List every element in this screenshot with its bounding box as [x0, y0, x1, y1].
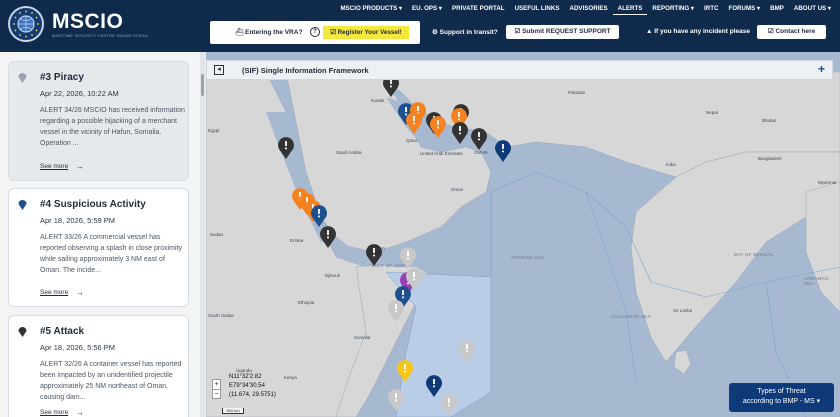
coord-lon: E79°34'30.54 [229, 383, 265, 389]
register-vessel-button[interactable]: ☑ Register Your Vessel! [323, 26, 409, 39]
brand-subtitle: MARITIME SECURITY CENTRE INDIAN OCEAN [52, 33, 148, 38]
support-label: ⚙ Support in transit? [432, 29, 498, 36]
incident-marker[interactable] [400, 247, 416, 269]
see-more-link[interactable]: See more [40, 163, 68, 170]
zoom-out-button[interactable]: − [213, 389, 220, 398]
nav-item[interactable]: FORUMS ▾ [723, 3, 765, 15]
see-more-link[interactable]: See more [40, 409, 68, 416]
alert-marker-icon [18, 200, 27, 210]
alert-date: Apr 18, 2026, 5:59 PM [40, 216, 116, 225]
alert-date: Apr 18, 2026, 5:56 PM [40, 343, 116, 352]
incident-marker[interactable] [388, 389, 404, 411]
top-navigation: MSCIO PRODUCTS ▾ EU. OPS ▾ PRIVATE PORTAL U… [336, 3, 837, 15]
alert-title: #3 Piracy [40, 72, 84, 83]
incident-markers-layer [278, 75, 511, 416]
sidebar-scrollbar[interactable] [200, 52, 205, 417]
incident-label: ▲ If you have any incident please [646, 28, 750, 35]
nav-item[interactable]: ABOUT US ▾ [789, 3, 836, 15]
incident-marker[interactable] [278, 137, 294, 159]
arrow-right-icon[interactable]: → [76, 288, 84, 297]
coordinate-readout: N11°32'2.82 E79°34'30.54 (11.674, 29.575… [229, 373, 276, 400]
globe-icon [13, 10, 39, 38]
incident-marker[interactable] [366, 244, 382, 266]
marker-layer [278, 75, 511, 416]
coord-lat: N11°32'2.82 [229, 374, 262, 380]
nav-item[interactable]: PRIVATE PORTAL [447, 3, 510, 15]
incident-marker[interactable] [495, 140, 511, 162]
sif-panel-title: (SIF) Single Information Framework [242, 66, 369, 75]
sidebar-scroll-thumb[interactable] [201, 74, 204, 96]
legend-line-1: Types of Threat [757, 388, 806, 395]
incident-marker[interactable] [406, 112, 422, 134]
alert-title: #5 Attack [40, 326, 85, 337]
expand-panel-button[interactable]: + [818, 62, 825, 76]
alert-card[interactable]: #3 Piracy Apr 22, 2026, 10:22 AM ALERT 3… [8, 61, 189, 181]
ship-icon: ⛴ [235, 29, 244, 36]
threat-map[interactable]: Kuwait Pakistan Egypt Nepal Bhutan Saudi… [206, 52, 840, 417]
nav-item[interactable]: REPORTING ▾ [647, 3, 699, 15]
brand-name[interactable]: MSCIO [52, 10, 123, 34]
nav-item[interactable]: MSCIO PRODUCTS ▾ [336, 3, 408, 15]
incident-marker[interactable] [320, 226, 336, 248]
sif-panel-bar: ◂ (SIF) Single Information Framework + [206, 60, 833, 80]
incident-marker[interactable] [397, 360, 413, 382]
map-scale-bar: 500 km [222, 408, 244, 414]
nav-item[interactable]: EU. OPS ▾ [407, 3, 447, 15]
nav-item[interactable]: ADVISORIES [565, 3, 613, 15]
coord-decimal: (11.674, 29.5751) [229, 392, 276, 398]
incident-marker[interactable] [388, 300, 404, 322]
legend-line-2: according to BMP - MS ▾ [742, 398, 821, 405]
mscio-logo[interactable] [8, 6, 44, 42]
arrow-right-icon[interactable]: → [76, 162, 84, 171]
nav-item[interactable]: USEFUL LINKS [510, 3, 565, 15]
zoom-control: + − [212, 379, 221, 399]
alert-body: ALERT 32/26 A container vessel has repor… [40, 361, 182, 401]
vra-label: Entering the VRA? [245, 29, 303, 36]
incident-marker[interactable] [311, 205, 327, 227]
help-icon[interactable]: ? [310, 27, 320, 37]
incident-marker[interactable] [426, 375, 442, 397]
alert-card[interactable]: #4 Suspicious Activity Apr 18, 2026, 5:5… [8, 188, 189, 307]
alert-title: #4 Suspicious Activity [40, 199, 146, 210]
incident-marker[interactable] [452, 122, 468, 144]
nav-item[interactable]: ALERTS [612, 3, 648, 15]
alert-date: Apr 22, 2026, 10:22 AM [40, 89, 119, 98]
top-header: MSCIO MARITIME SECURITY CENTRE INDIAN OC… [0, 0, 840, 52]
incident-marker[interactable] [471, 128, 487, 150]
contact-here-button[interactable]: ☑ Contact here [757, 25, 826, 39]
zoom-in-button[interactable]: + [213, 380, 220, 389]
arrow-right-icon[interactable]: → [76, 408, 84, 417]
incident-marker[interactable] [459, 340, 475, 362]
threat-types-legend-button[interactable]: Types of Threat according to BMP - MS ▾ [729, 383, 834, 412]
nav-item[interactable]: IRTC [699, 3, 723, 15]
collapse-sidebar-button[interactable]: ◂ [214, 65, 224, 75]
nav-item[interactable]: BMP [765, 3, 789, 15]
incident-marker[interactable] [441, 394, 457, 416]
alert-marker-icon [18, 73, 27, 83]
see-more-link[interactable]: See more [40, 289, 68, 296]
alert-card[interactable]: #5 Attack Apr 18, 2026, 5:56 PM ALERT 32… [8, 315, 189, 417]
incident-marker[interactable] [430, 116, 446, 138]
alert-marker-icon [18, 327, 27, 337]
alert-body: ALERT 33/26 A commercial vessel has repo… [40, 234, 183, 274]
submit-request-support-button[interactable]: ☑ Submit REQUEST SUPPORT [506, 25, 619, 39]
vra-panel: ⛴ Entering the VRA? ? ☑ Register Your Ve… [210, 21, 420, 44]
alert-body: ALERT 34/26 MSCIO has received informati… [40, 107, 185, 147]
